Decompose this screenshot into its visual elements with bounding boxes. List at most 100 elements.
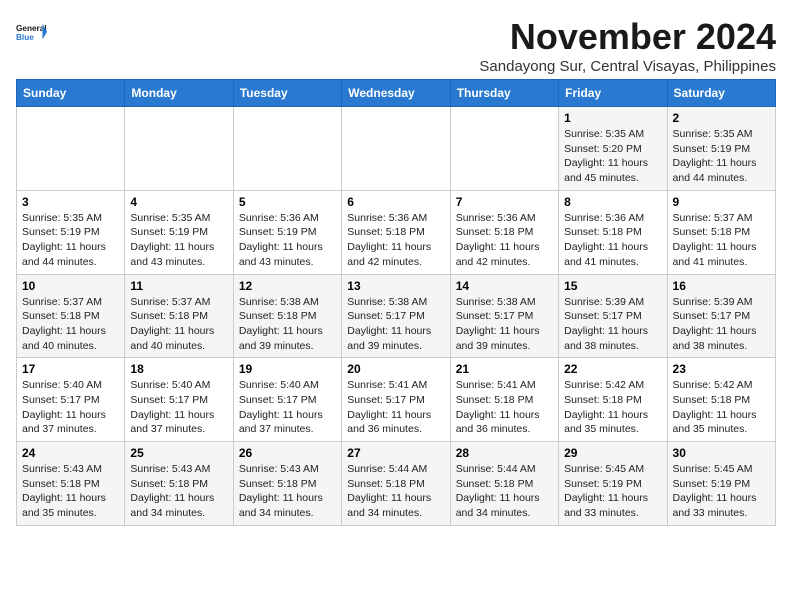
day-info: Sunrise: 5:40 AMSunset: 5:17 PMDaylight:…: [130, 378, 227, 437]
day-number: 2: [673, 111, 770, 125]
calendar-cell: 15 Sunrise: 5:39 AMSunset: 5:17 PMDayligh…: [559, 274, 667, 358]
calendar-cell: [125, 107, 233, 191]
calendar-cell: 12 Sunrise: 5:38 AMSunset: 5:18 PMDayligh…: [233, 274, 341, 358]
day-info: Sunrise: 5:41 AMSunset: 5:17 PMDaylight:…: [347, 378, 444, 437]
month-title: November 2024: [479, 16, 776, 58]
location-subtitle: Sandayong Sur, Central Visayas, Philippi…: [479, 58, 776, 75]
day-number: 24: [22, 446, 119, 460]
calendar-row-2: 3 Sunrise: 5:35 AMSunset: 5:19 PMDaylight…: [17, 190, 776, 274]
day-number: 7: [456, 195, 553, 209]
calendar-cell: 21Sunrise: 5:41 AMSunset: 5:18 PMDayligh…: [450, 358, 558, 442]
calendar-cell: 9 Sunrise: 5:37 AMSunset: 5:18 PMDaylight…: [667, 190, 775, 274]
day-info: Sunrise: 5:38 AMSunset: 5:17 PMDaylight:…: [347, 295, 444, 354]
day-info: Sunrise: 5:40 AMSunset: 5:17 PMDaylight:…: [22, 378, 119, 437]
day-number: 27: [347, 446, 444, 460]
calendar-cell: 2 Sunrise: 5:35 AMSunset: 5:19 PMDaylight…: [667, 107, 775, 191]
calendar-cell: 25 Sunrise: 5:43 AMSunset: 5:18 PMDayligh…: [125, 442, 233, 526]
calendar-cell: 10 Sunrise: 5:37 AMSunset: 5:18 PMDayligh…: [17, 274, 125, 358]
day-info: Sunrise: 5:40 AMSunset: 5:17 PMDaylight:…: [239, 378, 336, 437]
calendar-row-1: 1Sunrise: 5:35 AMSunset: 5:20 PMDaylight…: [17, 107, 776, 191]
day-info: Sunrise: 5:38 AMSunset: 5:17 PMDaylight:…: [456, 295, 553, 354]
day-info: Sunrise: 5:39 AMSunset: 5:17 PMDaylight:…: [564, 295, 661, 354]
day-number: 1: [564, 111, 661, 125]
calendar-cell: 26 Sunrise: 5:43 AMSunset: 5:18 PMDayligh…: [233, 442, 341, 526]
calendar-cell: 19 Sunrise: 5:40 AMSunset: 5:17 PMDayligh…: [233, 358, 341, 442]
day-info: Sunrise: 5:42 AMSunset: 5:18 PMDaylight:…: [564, 378, 661, 437]
page-header: GeneralBlue General Blue November 2024 S…: [16, 16, 776, 75]
day-info: Sunrise: 5:35 AMSunset: 5:19 PMDaylight:…: [130, 211, 227, 270]
day-number: 30: [673, 446, 770, 460]
day-number: 4: [130, 195, 227, 209]
calendar-cell: 30Sunrise: 5:45 AMSunset: 5:19 PMDayligh…: [667, 442, 775, 526]
calendar-cell: 11 Sunrise: 5:37 AMSunset: 5:18 PMDayligh…: [125, 274, 233, 358]
day-info: Sunrise: 5:45 AMSunset: 5:19 PMDaylight:…: [564, 462, 661, 521]
day-info: Sunrise: 5:37 AMSunset: 5:18 PMDaylight:…: [673, 211, 770, 270]
day-number: 25: [130, 446, 227, 460]
day-number: 12: [239, 279, 336, 293]
calendar-cell: 20 Sunrise: 5:41 AMSunset: 5:17 PMDayligh…: [342, 358, 450, 442]
day-number: 9: [673, 195, 770, 209]
day-info: Sunrise: 5:44 AMSunset: 5:18 PMDaylight:…: [347, 462, 444, 521]
day-info: Sunrise: 5:37 AMSunset: 5:18 PMDaylight:…: [22, 295, 119, 354]
day-number: 15: [564, 279, 661, 293]
calendar-row-5: 24 Sunrise: 5:43 AMSunset: 5:18 PMDayligh…: [17, 442, 776, 526]
calendar-table: SundayMondayTuesdayWednesdayThursdayFrid…: [16, 79, 776, 526]
calendar-cell: 6Sunrise: 5:36 AMSunset: 5:18 PMDaylight…: [342, 190, 450, 274]
calendar-cell: 22 Sunrise: 5:42 AMSunset: 5:18 PMDayligh…: [559, 358, 667, 442]
calendar-cell: 5Sunrise: 5:36 AMSunset: 5:19 PMDaylight…: [233, 190, 341, 274]
calendar-cell: 18Sunrise: 5:40 AMSunset: 5:17 PMDayligh…: [125, 358, 233, 442]
day-number: 13: [347, 279, 444, 293]
calendar-body: 1Sunrise: 5:35 AMSunset: 5:20 PMDaylight…: [17, 107, 776, 526]
day-info: Sunrise: 5:37 AMSunset: 5:18 PMDaylight:…: [130, 295, 227, 354]
day-number: 11: [130, 279, 227, 293]
calendar-cell: 27 Sunrise: 5:44 AMSunset: 5:18 PMDayligh…: [342, 442, 450, 526]
day-number: 21: [456, 362, 553, 376]
day-number: 29: [564, 446, 661, 460]
day-info: Sunrise: 5:43 AMSunset: 5:18 PMDaylight:…: [130, 462, 227, 521]
day-number: 19: [239, 362, 336, 376]
calendar-cell: [233, 107, 341, 191]
calendar-cell: 8 Sunrise: 5:36 AMSunset: 5:18 PMDaylight…: [559, 190, 667, 274]
day-info: Sunrise: 5:35 AMSunset: 5:19 PMDaylight:…: [673, 127, 770, 186]
logo-icon: GeneralBlue: [16, 16, 48, 48]
header-wednesday: Wednesday: [342, 80, 450, 107]
header-friday: Friday: [559, 80, 667, 107]
calendar-cell: 4 Sunrise: 5:35 AMSunset: 5:19 PMDaylight…: [125, 190, 233, 274]
calendar-cell: [450, 107, 558, 191]
day-number: 17: [22, 362, 119, 376]
day-info: Sunrise: 5:38 AMSunset: 5:18 PMDaylight:…: [239, 295, 336, 354]
calendar-row-3: 10 Sunrise: 5:37 AMSunset: 5:18 PMDayligh…: [17, 274, 776, 358]
header-monday: Monday: [125, 80, 233, 107]
svg-text:General: General: [16, 24, 47, 33]
calendar-cell: 1Sunrise: 5:35 AMSunset: 5:20 PMDaylight…: [559, 107, 667, 191]
day-header-row: SundayMondayTuesdayWednesdayThursdayFrid…: [17, 80, 776, 107]
header-thursday: Thursday: [450, 80, 558, 107]
day-number: 8: [564, 195, 661, 209]
day-number: 20: [347, 362, 444, 376]
day-number: 22: [564, 362, 661, 376]
day-number: 14: [456, 279, 553, 293]
calendar-cell: 29 Sunrise: 5:45 AMSunset: 5:19 PMDayligh…: [559, 442, 667, 526]
calendar-cell: 28Sunrise: 5:44 AMSunset: 5:18 PMDayligh…: [450, 442, 558, 526]
calendar-cell: [17, 107, 125, 191]
day-number: 3: [22, 195, 119, 209]
day-info: Sunrise: 5:42 AMSunset: 5:18 PMDaylight:…: [673, 378, 770, 437]
calendar-cell: 13 Sunrise: 5:38 AMSunset: 5:17 PMDayligh…: [342, 274, 450, 358]
calendar-cell: 16Sunrise: 5:39 AMSunset: 5:17 PMDayligh…: [667, 274, 775, 358]
day-number: 26: [239, 446, 336, 460]
calendar-header: SundayMondayTuesdayWednesdayThursdayFrid…: [17, 80, 776, 107]
day-number: 10: [22, 279, 119, 293]
day-info: Sunrise: 5:43 AMSunset: 5:18 PMDaylight:…: [22, 462, 119, 521]
day-info: Sunrise: 5:36 AMSunset: 5:18 PMDaylight:…: [564, 211, 661, 270]
calendar-row-4: 17 Sunrise: 5:40 AMSunset: 5:17 PMDayligh…: [17, 358, 776, 442]
day-number: 5: [239, 195, 336, 209]
day-number: 28: [456, 446, 553, 460]
header-sunday: Sunday: [17, 80, 125, 107]
header-tuesday: Tuesday: [233, 80, 341, 107]
day-info: Sunrise: 5:36 AMSunset: 5:18 PMDaylight:…: [456, 211, 553, 270]
calendar-cell: [342, 107, 450, 191]
day-info: Sunrise: 5:43 AMSunset: 5:18 PMDaylight:…: [239, 462, 336, 521]
logo: GeneralBlue General Blue: [16, 16, 48, 48]
calendar-cell: 3Sunrise: 5:35 AMSunset: 5:19 PMDaylight…: [17, 190, 125, 274]
calendar-cell: 23Sunrise: 5:42 AMSunset: 5:18 PMDayligh…: [667, 358, 775, 442]
